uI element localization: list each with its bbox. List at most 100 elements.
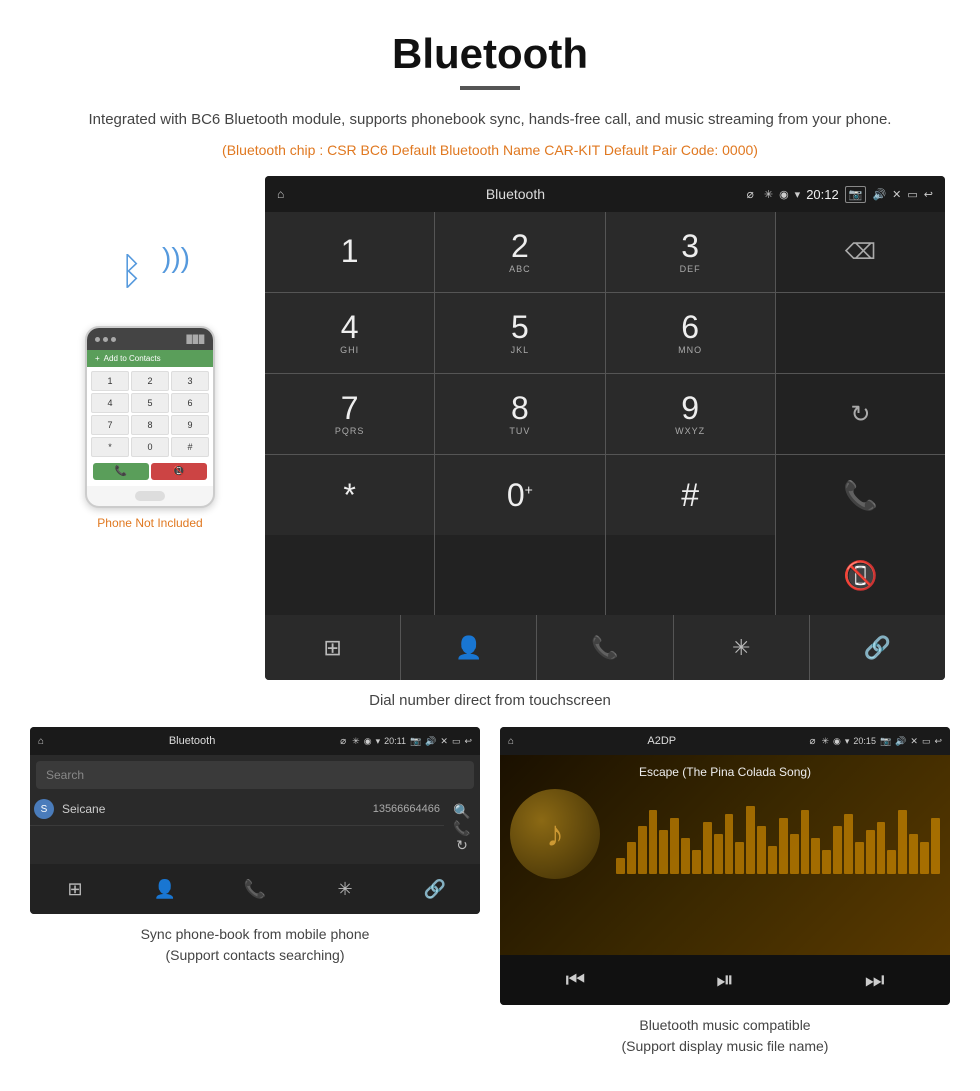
phonebook-status-bar: ⌂ Bluetooth ⌀ ✳ ◉ ▾ 20:11 📷 🔊 ✕ ▭ ↩ xyxy=(30,727,480,755)
music-bt-icon: ✳ xyxy=(821,736,829,747)
contact-row[interactable]: S Seicane 13566664466 xyxy=(30,793,444,826)
contact-number: 13566664466 xyxy=(373,803,440,815)
dial-key-4[interactable]: 4 GHI xyxy=(265,293,434,373)
dial-key-8[interactable]: 8 TUV xyxy=(435,374,604,454)
phone-side-icon[interactable]: 📞 xyxy=(453,820,470,837)
bluetooth-symbol-icon: ᛒ xyxy=(120,251,143,294)
music-status-bar: ⌂ A2DP ⌀ ✳ ◉ ▾ 20:15 📷 🔊 ✕ ▭ ↩ xyxy=(500,727,950,755)
dial-key-9[interactable]: 9 WXYZ xyxy=(606,374,775,454)
music-screen-title: A2DP xyxy=(520,735,803,747)
phone-home-button xyxy=(135,491,165,501)
phonebook-screen-title: Bluetooth xyxy=(50,735,334,747)
music-close-icon: ✕ xyxy=(910,736,918,747)
phone-key-0: 0 xyxy=(131,437,169,457)
eq-bar xyxy=(659,830,668,874)
music-home-icon[interactable]: ⌂ xyxy=(508,736,514,747)
car-dial-screen: ⌂ Bluetooth ⌀ ✳ ◉ ▾ 20:12 📷 🔊 ✕ ▭ ↩ 1 xyxy=(265,176,945,680)
search-side-icon[interactable]: 🔍 xyxy=(453,803,470,820)
dial-key-1[interactable]: 1 xyxy=(265,212,434,292)
toolbar-link-btn[interactable]: 🔗 xyxy=(810,615,945,680)
eq-bar xyxy=(844,814,853,874)
phone-key-3: 3 xyxy=(171,371,209,391)
pb-toolbar-phone[interactable]: 📞 xyxy=(210,864,300,914)
phone-dialpad-grid: 1 2 3 4 5 6 7 8 9 * 0 # xyxy=(91,371,209,457)
dial-cell-call-green[interactable]: 📞 xyxy=(776,455,945,535)
eq-bar xyxy=(822,850,831,874)
dial-key-star[interactable]: * xyxy=(265,455,434,535)
dial-key-2[interactable]: 2 ABC xyxy=(435,212,604,292)
dial-key-3[interactable]: 3 DEF xyxy=(606,212,775,292)
dial-cell-backspace[interactable]: ⌫ xyxy=(776,212,945,292)
pb-toolbar-bluetooth[interactable]: ✳ xyxy=(300,864,390,914)
eq-bar xyxy=(681,838,690,874)
pb-toolbar-person[interactable]: 👤 xyxy=(120,864,210,914)
dial-key-6[interactable]: 6 MNO xyxy=(606,293,775,373)
eq-bar xyxy=(616,858,625,874)
location-icon: ◉ xyxy=(779,188,789,201)
music-cam-icon: 📷 xyxy=(880,736,891,747)
next-track-button[interactable]: ⏭ xyxy=(865,967,885,993)
music-main-row: ♪ xyxy=(510,789,940,879)
music-time: 20:15 xyxy=(853,736,876,746)
eq-bar xyxy=(898,810,907,874)
phonebook-search-bar[interactable]: Search xyxy=(36,761,474,789)
eq-bar xyxy=(855,842,864,874)
wifi-icon: ▾ xyxy=(795,188,801,201)
music-vol-icon: 🔊 xyxy=(895,736,906,747)
eq-bar xyxy=(692,850,701,874)
eq-bar xyxy=(801,810,810,874)
pb-toolbar-grid[interactable]: ⊞ xyxy=(30,864,120,914)
music-back-icon[interactable]: ↩ xyxy=(934,736,942,747)
eq-bar xyxy=(649,810,658,874)
pb-toolbar-link[interactable]: 🔗 xyxy=(390,864,480,914)
music-caption: Bluetooth music compatible (Support disp… xyxy=(622,1015,829,1057)
prev-track-button[interactable]: ⏮ xyxy=(565,967,585,993)
phone-dialpad: 1 2 3 4 5 6 7 8 9 * 0 # 📞 📵 xyxy=(87,367,213,486)
dial-key-hash[interactable]: # xyxy=(606,455,775,535)
eq-bar xyxy=(627,842,636,874)
dial-grid-row5: 📵 xyxy=(265,535,945,615)
music-screen: ⌂ A2DP ⌀ ✳ ◉ ▾ 20:15 📷 🔊 ✕ ▭ ↩ Escape (T… xyxy=(500,727,950,1005)
toolbar-grid-btn[interactable]: ⊞ xyxy=(265,615,400,680)
play-pause-button[interactable]: ⏯ xyxy=(716,967,734,993)
phonebook-wifi-icon: ▾ xyxy=(376,736,381,747)
status-time: 20:12 xyxy=(806,187,839,202)
eq-bar xyxy=(779,818,788,874)
back-icon[interactable]: ↩ xyxy=(924,188,933,201)
refresh-side-icon[interactable]: ↻ xyxy=(456,837,468,854)
dial-key-7[interactable]: 7 PQRS xyxy=(265,374,434,454)
dial-cell-refresh[interactable]: ↻ xyxy=(776,374,945,454)
toolbar-phone-btn[interactable]: 📞 xyxy=(537,615,672,680)
dial-key-5[interactable]: 5 JKL xyxy=(435,293,604,373)
dial-cell-call-red[interactable]: 📵 xyxy=(776,535,945,615)
close-icon: ✕ xyxy=(892,188,901,201)
phonebook-back-icon[interactable]: ↩ xyxy=(464,736,472,747)
phonebook-screen: ⌂ Bluetooth ⌀ ✳ ◉ ▾ 20:11 📷 🔊 ✕ ▭ ↩ Sear… xyxy=(30,727,480,914)
phonebook-bt-icon: ✳ xyxy=(352,736,360,747)
dial-row5-cell3 xyxy=(606,535,775,615)
album-art: ♪ xyxy=(510,789,600,879)
contact-avatar: S xyxy=(34,799,54,819)
status-bar: ⌂ Bluetooth ⌀ ✳ ◉ ▾ 20:12 📷 🔊 ✕ ▭ ↩ xyxy=(265,176,945,212)
phone-key-6: 6 xyxy=(171,393,209,413)
phone-call-button: 📞 xyxy=(93,463,149,480)
home-icon[interactable]: ⌂ xyxy=(277,187,284,201)
eq-bar xyxy=(746,806,755,874)
dial-row5-cell1 xyxy=(265,535,434,615)
dial-key-0[interactable]: 0+ xyxy=(435,455,604,535)
phone-contact-bar: + Add to Contacts xyxy=(87,350,213,367)
screen-icon: ▭ xyxy=(907,188,917,201)
phonebook-time: 20:11 xyxy=(384,736,406,746)
phonebook-usb-icon: ⌀ xyxy=(340,736,346,747)
music-wifi-icon: ▾ xyxy=(845,736,850,747)
equalizer xyxy=(616,794,940,874)
phonebook-caption: Sync phone-book from mobile phone (Suppo… xyxy=(141,924,370,966)
phone-end-button: 📵 xyxy=(151,463,207,480)
music-usb-icon: ⌀ xyxy=(809,736,815,747)
toolbar-bluetooth-btn[interactable]: ✳ xyxy=(674,615,809,680)
phone-key-8: 8 xyxy=(131,415,169,435)
eq-bar xyxy=(670,818,679,874)
phone-key-1: 1 xyxy=(91,371,129,391)
toolbar-person-btn[interactable]: 👤 xyxy=(401,615,536,680)
phonebook-home-icon[interactable]: ⌂ xyxy=(38,736,44,747)
